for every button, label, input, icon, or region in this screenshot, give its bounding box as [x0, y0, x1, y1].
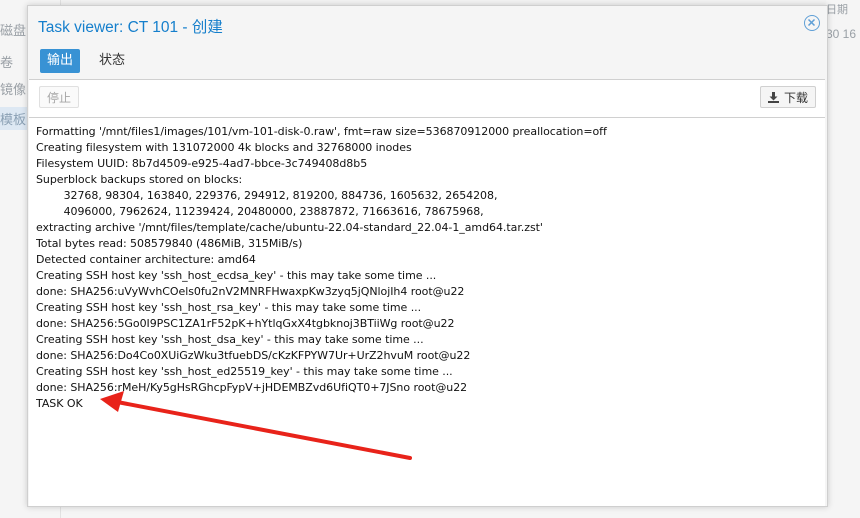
background-column-header: 日期 — [826, 4, 848, 16]
output-panel: 停止 下载 Formatting '/mnt/files1/images/101… — [29, 79, 825, 506]
log-line: Creating SSH host key 'ssh_host_rsa_key'… — [36, 301, 422, 314]
task-log-output: Formatting '/mnt/files1/images/101/vm-10… — [36, 124, 816, 412]
download-icon — [767, 92, 779, 103]
log-line: done: SHA256:rMeH/Ky5gHsRGhcpFypV+jHDEMB… — [36, 381, 468, 394]
log-line: extracting archive '/mnt/files/template/… — [36, 221, 543, 234]
log-line: 4096000, 7962624, 11239424, 20480000, 23… — [36, 205, 484, 218]
background-sidebar-item: 镜像 — [0, 82, 27, 97]
download-button-label: 下载 — [783, 91, 808, 105]
close-icon[interactable] — [804, 15, 820, 31]
log-line: Creating SSH host key 'ssh_host_ed25519_… — [36, 365, 453, 378]
output-toolbar: 停止 下载 — [29, 80, 825, 118]
log-line: done: SHA256:5Go0I9PSC1ZA1rF52pK+hYtlqGx… — [36, 317, 455, 330]
log-line-task-ok: TASK OK — [36, 397, 83, 410]
log-line: Filesystem UUID: 8b7d4509-e925-4ad7-bbce… — [36, 157, 368, 170]
task-viewer-dialog: Task viewer: CT 101 - 创建 输出 状态 停止 下载 For… — [27, 5, 828, 507]
log-line: Creating SSH host key 'ssh_host_dsa_key'… — [36, 333, 424, 346]
log-line: Creating SSH host key 'ssh_host_ecdsa_ke… — [36, 269, 437, 282]
background-sidebar-item-selected: 模板 — [0, 107, 31, 130]
log-line: Total bytes read: 508579840 (486MiB, 315… — [36, 237, 303, 250]
log-line: Detected container architecture: amd64 — [36, 253, 256, 266]
stop-button[interactable]: 停止 — [39, 86, 80, 108]
tab-status[interactable]: 状态 — [92, 49, 132, 73]
download-button[interactable]: 下载 — [759, 86, 816, 108]
background-sidebar-item: 卷 — [0, 55, 14, 70]
log-line: done: SHA256:Do4Co0XUiGzWku3tfuebDS/cKzK… — [36, 349, 471, 362]
log-line: done: SHA256:uVyWvhCOels0fu2nV2MNRFHwaxp… — [36, 285, 465, 298]
dialog-title: Task viewer: CT 101 - 创建 — [38, 19, 223, 36]
background-sidebar-item: 磁盘 — [0, 23, 27, 38]
tab-output[interactable]: 输出 — [40, 49, 81, 73]
log-line: Formatting '/mnt/files1/images/101/vm-10… — [36, 125, 607, 138]
background-date-cell: 30 16 — [826, 27, 857, 41]
stop-button-label: 停止 — [47, 91, 72, 105]
log-line: Creating filesystem with 131072000 4k bl… — [36, 141, 412, 154]
background-right-pane — [826, 0, 860, 518]
log-line: 32768, 98304, 163840, 229376, 294912, 81… — [36, 189, 498, 202]
log-line: Superblock backups stored on blocks: — [36, 173, 243, 186]
